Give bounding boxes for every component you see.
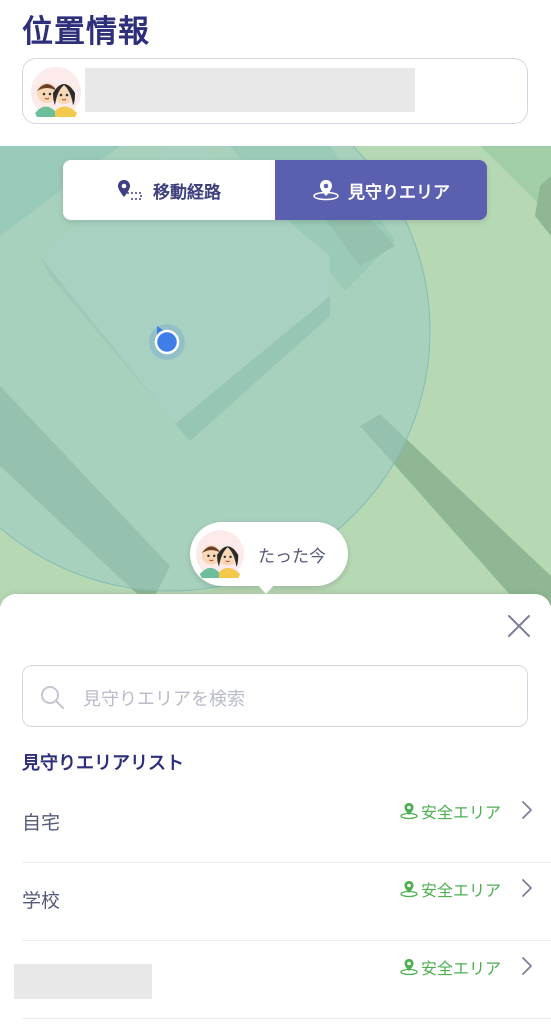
safe-area-pin-icon	[400, 803, 418, 820]
chevron-right-icon	[522, 957, 532, 975]
safe-area-badge: 安全エリア	[399, 877, 501, 901]
safe-area-label: 安全エリア	[420, 803, 501, 822]
safe-area-label: 安全エリア	[420, 959, 501, 978]
child-name-redacted	[85, 68, 415, 112]
safe-area-badge: 安全エリア	[399, 799, 501, 823]
bubble-tail	[257, 584, 275, 594]
route-mode-tab[interactable]: 移動経路	[63, 160, 275, 220]
route-mode-label: 移動経路	[153, 182, 221, 203]
search-icon	[41, 686, 64, 709]
route-pin-icon	[118, 180, 142, 200]
area-row-home[interactable]: 自宅 安全エリア	[22, 784, 551, 863]
area-mode-label: 見守りエリア	[348, 182, 450, 203]
chevron-right-icon	[522, 801, 532, 819]
safe-area-pin-icon	[400, 881, 418, 898]
area-pin-icon	[313, 180, 339, 201]
search-placeholder: 見守りエリアを検索	[83, 689, 245, 710]
area-name: 学校	[22, 890, 61, 912]
safe-area-label: 安全エリア	[420, 881, 501, 900]
kids-avatar	[196, 530, 244, 578]
map-mode-toggle: 移動経路 見守りエリア	[63, 160, 487, 220]
area-row-school[interactable]: 学校 安全エリア	[22, 862, 551, 941]
area-name-redacted	[14, 964, 152, 999]
location-bubble[interactable]: たった今	[190, 522, 348, 594]
close-icon[interactable]	[505, 612, 533, 640]
chevron-right-icon	[522, 879, 532, 897]
area-search-field[interactable]: 見守りエリアを検索	[22, 665, 528, 727]
page-title: 位置情報	[22, 14, 150, 50]
area-list-title: 見守りエリアリスト	[22, 753, 184, 774]
area-name: 自宅	[22, 812, 61, 834]
safe-area-pin-icon	[400, 959, 418, 976]
last-updated-time: たった今	[258, 547, 326, 567]
area-mode-tab[interactable]: 見守りエリア	[275, 160, 487, 220]
kids-avatar	[31, 67, 81, 117]
area-row-redacted[interactable]: 安全エリア	[14, 940, 551, 1019]
child-profile-card[interactable]	[22, 58, 528, 124]
safe-area-badge: 安全エリア	[399, 955, 501, 979]
